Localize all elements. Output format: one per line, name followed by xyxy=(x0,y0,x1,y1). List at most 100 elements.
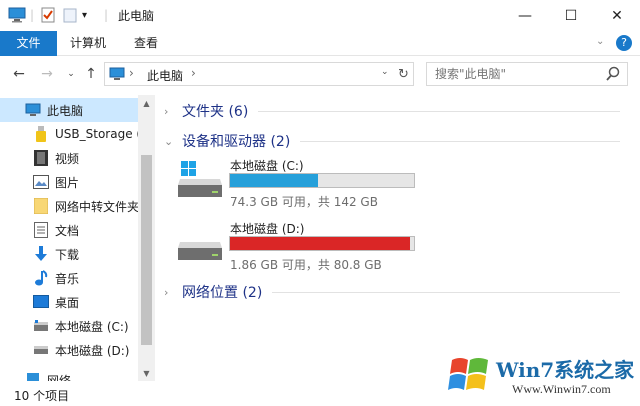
toolbar-divider: | xyxy=(30,8,35,22)
nav-item-label: 网络中转文件夹 xyxy=(55,199,138,214)
usb-drive-icon xyxy=(32,126,50,142)
address-dropdown-icon[interactable]: ⌄ xyxy=(381,67,389,77)
minimize-button[interactable]: — xyxy=(502,0,548,31)
quick-access-dropdown-icon[interactable]: ▾ xyxy=(82,6,87,24)
breadcrumb-chevron-icon[interactable]: › xyxy=(129,66,134,80)
watermark: Win7系统之家 Www.Winwin7.com xyxy=(448,352,638,404)
network-icon xyxy=(24,372,42,381)
refresh-button[interactable]: ↻ xyxy=(394,62,414,86)
nav-item-label: 图片 xyxy=(55,175,80,190)
nav-item-label: 本地磁盘 (C:) xyxy=(55,319,129,334)
drive-tile-d[interactable]: 本地磁盘 (D:) 1.86 GB 可用，共 80.8 GB xyxy=(174,220,444,272)
video-icon xyxy=(32,150,50,166)
tab-computer[interactable]: 计算机 xyxy=(58,31,118,56)
navigation-pane: 此电脑 USB_Storage (F 视频 图片 网络中转文件夹 文档 下载 音… xyxy=(0,95,155,381)
nav-scrollbar[interactable]: ▲ ▼ xyxy=(138,95,155,381)
watermark-url: Www.Winwin7.com xyxy=(512,382,611,396)
recent-locations-icon[interactable]: ⌄ xyxy=(62,65,80,83)
title-bar: | ▾ | 此电脑 — ☐ ✕ xyxy=(0,0,640,31)
group-divider xyxy=(258,110,620,112)
group-network-locations[interactable]: › 网络位置 (2) xyxy=(160,280,630,304)
windows-drive-icon xyxy=(174,161,226,203)
group-title: 设备和驱动器 (2) xyxy=(182,134,291,150)
computer-icon xyxy=(24,102,42,118)
drive-tile-c[interactable]: 本地磁盘 (C:) 74.3 GB 可用，共 142 GB xyxy=(174,157,444,209)
documents-icon xyxy=(32,222,50,238)
drive-usage-fill xyxy=(230,237,410,250)
address-row: ← → ⌄ ↑ › 此电脑 › ⌄ ↻ xyxy=(0,57,640,91)
search-input[interactable] xyxy=(427,63,597,85)
nav-item-network[interactable]: 网络 xyxy=(0,368,138,381)
scrollbar-thumb[interactable] xyxy=(141,155,152,345)
drive-usage-bar xyxy=(229,236,415,251)
nav-item-label: 此电脑 xyxy=(47,103,84,118)
forward-arrow-icon[interactable]: → xyxy=(38,65,56,83)
nav-item-label: USB_Storage (F xyxy=(55,127,138,141)
chevron-down-icon[interactable]: ⌄ xyxy=(164,135,178,148)
nav-item-label: 桌面 xyxy=(55,295,80,310)
nav-item-this-pc[interactable]: 此电脑 xyxy=(0,98,138,122)
scroll-up-arrow-icon[interactable]: ▲ xyxy=(138,95,155,111)
nav-item-pictures[interactable]: 图片 xyxy=(0,170,138,194)
computer-icon xyxy=(8,6,26,24)
nav-item-label: 网络 xyxy=(47,373,72,382)
expand-ribbon-icon[interactable]: ⌄ xyxy=(596,36,604,47)
nav-item-drive-d[interactable]: 本地磁盘 (D:) xyxy=(0,338,138,362)
drive-icon xyxy=(32,342,50,358)
group-devices[interactable]: ⌄ 设备和驱动器 (2) xyxy=(160,129,630,153)
nav-item-music[interactable]: 音乐 xyxy=(0,266,138,290)
new-folder-icon[interactable] xyxy=(62,6,78,24)
toolbar-divider: | xyxy=(104,8,109,22)
nav-item-label: 文档 xyxy=(55,223,80,238)
group-folders[interactable]: › 文件夹 (6) xyxy=(160,99,630,123)
search-icon xyxy=(605,66,621,82)
download-icon xyxy=(32,246,50,262)
nav-item-desktop[interactable]: 桌面 xyxy=(0,290,138,314)
pictures-icon xyxy=(32,174,50,190)
group-divider xyxy=(272,291,620,293)
chevron-right-icon[interactable]: › xyxy=(164,286,178,299)
breadcrumb[interactable]: 此电脑 xyxy=(147,67,183,84)
desktop-icon xyxy=(32,294,50,310)
chevron-right-icon[interactable]: › xyxy=(164,105,178,118)
nav-item-label: 视频 xyxy=(55,151,80,166)
tab-file[interactable]: 文件 xyxy=(0,31,57,56)
group-divider xyxy=(300,140,620,142)
search-box[interactable] xyxy=(426,62,628,86)
music-icon xyxy=(32,270,50,286)
address-bar[interactable]: › 此电脑 › ⌄ xyxy=(104,62,414,86)
breadcrumb-chevron-icon[interactable]: › xyxy=(191,66,196,80)
help-icon[interactable]: ? xyxy=(616,35,632,51)
computer-icon xyxy=(109,67,125,84)
drive-icon xyxy=(174,224,226,266)
windows-logo-icon xyxy=(448,358,488,390)
nav-item-documents[interactable]: 文档 xyxy=(0,218,138,242)
nav-item-label: 下载 xyxy=(55,247,80,262)
nav-item-transfer-folder[interactable]: 网络中转文件夹 xyxy=(0,194,138,218)
up-arrow-icon[interactable]: ↑ xyxy=(82,65,100,83)
drive-free-space: 1.86 GB 可用，共 80.8 GB xyxy=(230,258,382,272)
close-button[interactable]: ✕ xyxy=(594,0,640,31)
maximize-button[interactable]: ☐ xyxy=(548,0,594,31)
item-count: 10 个项目 xyxy=(14,389,70,403)
nav-item-videos[interactable]: 视频 xyxy=(0,146,138,170)
group-title: 文件夹 (6) xyxy=(182,104,249,120)
group-title: 网络位置 (2) xyxy=(182,285,263,301)
drive-free-space: 74.3 GB 可用，共 142 GB xyxy=(230,195,378,209)
nav-item-drive-c[interactable]: 本地磁盘 (C:) xyxy=(0,314,138,338)
nav-item-label: 本地磁盘 (D:) xyxy=(55,343,130,358)
folder-icon xyxy=(32,198,50,214)
window-title: 此电脑 xyxy=(118,9,155,23)
drive-name: 本地磁盘 (D:) xyxy=(230,222,305,236)
scroll-down-arrow-icon[interactable]: ▼ xyxy=(138,365,155,381)
drive-usage-bar xyxy=(229,173,415,188)
drive-name: 本地磁盘 (C:) xyxy=(230,159,304,173)
back-arrow-icon[interactable]: ← xyxy=(10,65,28,83)
drive-usage-fill xyxy=(230,174,318,187)
watermark-brand: Win7系统之家 xyxy=(496,358,635,382)
tab-view[interactable]: 查看 xyxy=(122,31,170,56)
properties-icon[interactable] xyxy=(40,6,56,24)
nav-item-downloads[interactable]: 下载 xyxy=(0,242,138,266)
nav-item-usb-storage[interactable]: USB_Storage (F xyxy=(0,122,138,146)
drive-icon xyxy=(32,318,50,334)
